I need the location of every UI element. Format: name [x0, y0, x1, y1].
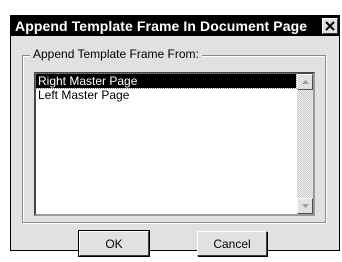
close-button[interactable] [322, 18, 338, 34]
ok-button[interactable]: OK [78, 230, 150, 257]
dialog-title: Append Template Frame In Document Page [15, 18, 308, 34]
append-template-frame-dialog: Append Template Frame In Document Page A… [10, 15, 340, 257]
cancel-button[interactable]: Cancel [197, 231, 267, 256]
list-item-right-master-page[interactable]: Right Master Page [35, 73, 297, 89]
title-bar: Append Template Frame In Document Page [11, 16, 339, 36]
dialog-body: Append Template Frame From: Right Master… [11, 36, 339, 257]
group-label: Append Template Frame From: [30, 47, 202, 61]
scroll-up-arrow-icon [301, 80, 309, 84]
scroll-down-arrow-icon [301, 204, 309, 208]
close-icon [325, 21, 335, 31]
append-from-groupbox: Append Template Frame From: Right Master… [22, 47, 326, 223]
scroll-up-button[interactable] [297, 74, 313, 90]
list-item-left-master-page[interactable]: Left Master Page [36, 88, 296, 102]
vertical-scrollbar[interactable] [297, 74, 313, 214]
list-items: Right Master Page Left Master Page [35, 73, 297, 102]
master-page-listbox[interactable]: Right Master Page Left Master Page [34, 72, 315, 216]
scroll-down-button[interactable] [297, 198, 313, 214]
